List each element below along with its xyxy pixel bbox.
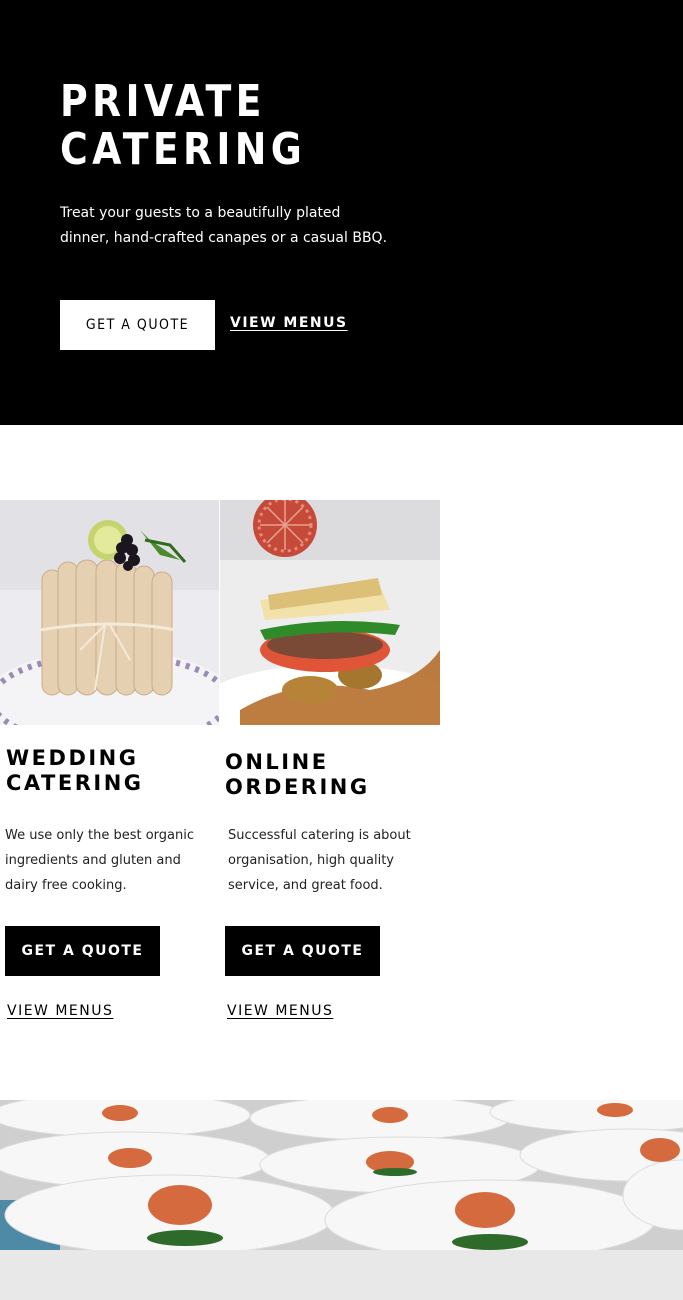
- plated-canapes-banner-image: [0, 1100, 683, 1250]
- footer-strip: [0, 1250, 683, 1300]
- hero-section: PRIVATE CATERING Treat your guests to a …: [0, 0, 683, 425]
- online-get-quote-button[interactable]: GET A QUOTE: [225, 926, 380, 976]
- online-ordering-description: Successful catering is about organisatio…: [228, 828, 411, 893]
- hero-view-menus-link[interactable]: VIEW MENUS: [230, 315, 348, 331]
- hero-title-line2: CATERING: [60, 124, 307, 175]
- wedding-catering-title: WEDDING CATERING: [6, 746, 144, 796]
- hero-title-line1: PRIVATE: [60, 76, 266, 127]
- online-ordering-title-line2: ORDERING: [225, 775, 370, 799]
- wedding-catering-title-line2: CATERING: [6, 771, 144, 795]
- hero-get-quote-button[interactable]: GET A QUOTE: [60, 300, 215, 350]
- wedding-catering-description: We use only the best organic ingredients…: [5, 828, 195, 893]
- plated-fish-dish-image: [220, 500, 440, 725]
- online-ordering-title: ONLINE ORDERING: [225, 750, 370, 800]
- wedding-cake-dessert-image: [0, 500, 219, 725]
- hero-title: PRIVATE CATERING: [60, 78, 306, 174]
- wedding-view-menus-link[interactable]: VIEW MENUS: [7, 1003, 113, 1019]
- wedding-catering-title-line1: WEDDING: [6, 746, 139, 770]
- wedding-get-quote-button[interactable]: GET A QUOTE: [5, 926, 160, 976]
- online-ordering-title-line1: ONLINE: [225, 750, 329, 774]
- hero-description: Treat your guests to a beautifully plate…: [60, 205, 388, 246]
- online-view-menus-link[interactable]: VIEW MENUS: [227, 1003, 333, 1019]
